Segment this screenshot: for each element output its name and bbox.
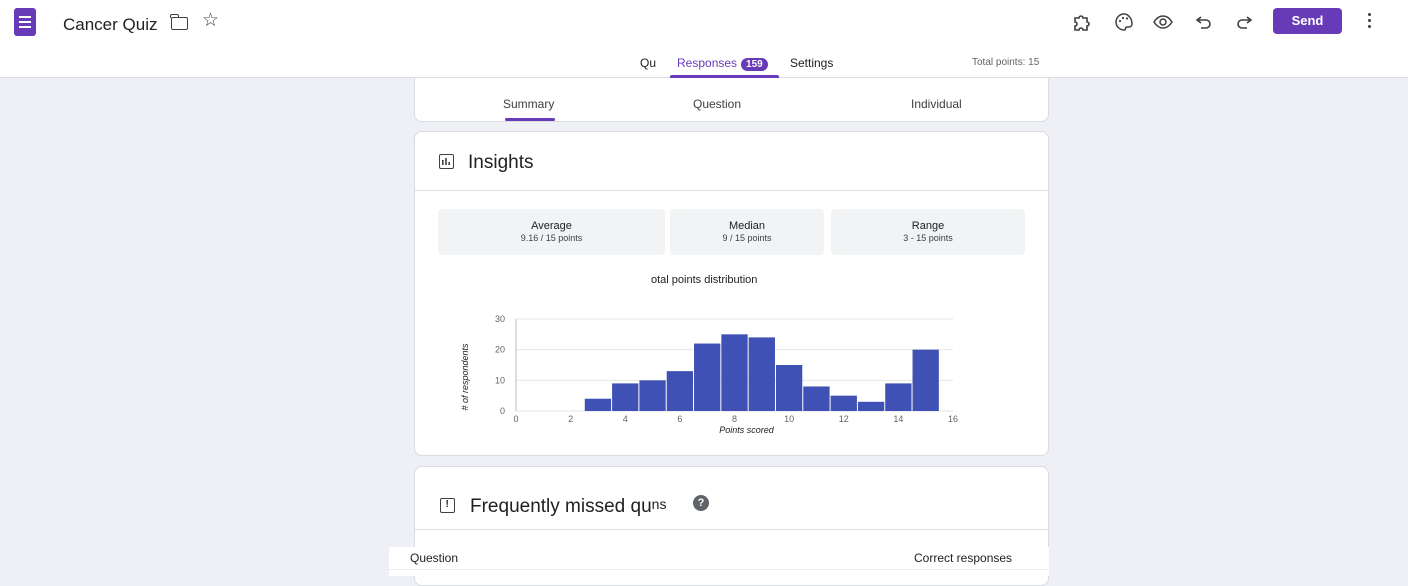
forms-logo-icon[interactable] [14, 8, 36, 36]
histogram-bar [803, 386, 830, 411]
tab-responses[interactable]: Responses 159 [677, 56, 768, 71]
y-axis-label: # of respondents [460, 343, 470, 411]
insights-card: Insights Average 9.16 / 15 points Median… [414, 131, 1049, 456]
stat-range-label: Range [911, 220, 945, 232]
tab-questions[interactable]: Qu [640, 56, 664, 70]
help-icon[interactable]: ? [693, 495, 709, 511]
column-header-correct-responses: Correct responses [914, 551, 1013, 565]
stat-median: Median 9 / 15 points [670, 209, 824, 255]
x-tick-label: 14 [893, 414, 903, 424]
send-button[interactable]: Send [1273, 8, 1342, 34]
points-distribution-histogram: 0 10 20 30 0 2 4 6 8 10 12 14 16 Points scored # of… [460, 314, 958, 435]
stat-median-label: Median [728, 220, 766, 232]
y-tick-label: 30 [495, 314, 505, 324]
x-axis-label: Points scored [719, 425, 775, 435]
insights-chart-icon [439, 154, 454, 169]
x-tick-label: 6 [677, 414, 682, 424]
histogram-bar [721, 334, 748, 411]
move-to-folder-icon[interactable] [170, 14, 188, 30]
palette-icon[interactable] [1113, 11, 1135, 33]
stat-average-value: 9.16 / 15 points [520, 233, 583, 243]
insights-title: Insights [468, 152, 534, 173]
subtab-summary[interactable]: Summary [503, 97, 554, 111]
histogram-bar [584, 398, 612, 411]
stat-average-label: Average [531, 220, 572, 232]
form-tabs: Qu Responses 159 Settings Total points: 1… [0, 44, 1408, 78]
top-app-bar: Cancer Quiz ☆ Send [0, 0, 1408, 44]
histogram-bar [748, 337, 775, 411]
x-tick-label: 10 [784, 414, 794, 424]
histogram-bar [694, 343, 721, 411]
document-title[interactable]: Cancer Quiz [63, 15, 157, 35]
stat-range-value: 3 - 15 points [903, 233, 953, 243]
subtab-question[interactable]: Question [693, 97, 741, 111]
y-tick-label: 0 [500, 406, 505, 416]
x-tick-label: 16 [948, 414, 958, 424]
subtab-active-indicator [505, 118, 555, 121]
x-tick-label: 12 [839, 414, 849, 424]
frequently-missed-title-tail: ns [651, 496, 667, 512]
star-icon[interactable]: ☆ [202, 11, 219, 30]
histogram-bar [830, 395, 857, 411]
x-tick-label: 8 [732, 414, 737, 424]
histogram-bar [612, 383, 639, 411]
y-tick-label: 10 [495, 375, 505, 385]
stat-average: Average 9.16 / 15 points [438, 209, 665, 255]
tab-responses-label: Responses [677, 56, 738, 70]
histogram-bar [885, 383, 912, 411]
more-options-icon[interactable] [1366, 10, 1372, 34]
redo-icon[interactable] [1233, 11, 1255, 33]
stat-median-value: 9 / 15 points [722, 233, 772, 243]
subtab-individual[interactable]: Individual [911, 97, 962, 111]
x-tick-label: 2 [568, 414, 573, 424]
preview-eye-icon[interactable] [1152, 11, 1174, 33]
frequently-missed-title-text: Frequently missed qu [470, 496, 652, 517]
histogram-bar [775, 365, 803, 411]
y-tick-label: 20 [495, 345, 505, 355]
table-header-divider [389, 569, 1049, 570]
x-tick-label: 4 [623, 414, 628, 424]
responses-count-badge: 159 [741, 58, 768, 71]
missed-divider [415, 529, 1048, 530]
total-points-label: Total points: 15 [972, 57, 1040, 68]
frequently-missed-title: Frequently missed quns [470, 496, 666, 518]
histogram-bar [857, 401, 885, 411]
column-header-question: Question [410, 551, 459, 565]
add-on-puzzle-icon[interactable] [1071, 11, 1093, 33]
histogram-bar [912, 349, 939, 411]
insights-divider [415, 190, 1048, 191]
response-view-tabs: Summary Question Individual [414, 78, 1049, 122]
alert-box-icon: ! [440, 498, 455, 513]
stat-range: Range 3 - 15 points [831, 209, 1025, 255]
x-tick-label: 0 [513, 414, 518, 424]
tab-settings[interactable]: Settings [790, 56, 833, 70]
undo-icon[interactable] [1193, 11, 1215, 33]
histogram-bar [666, 371, 694, 411]
chart-title: otal points distribution [651, 274, 758, 286]
histogram-bar [639, 380, 666, 411]
